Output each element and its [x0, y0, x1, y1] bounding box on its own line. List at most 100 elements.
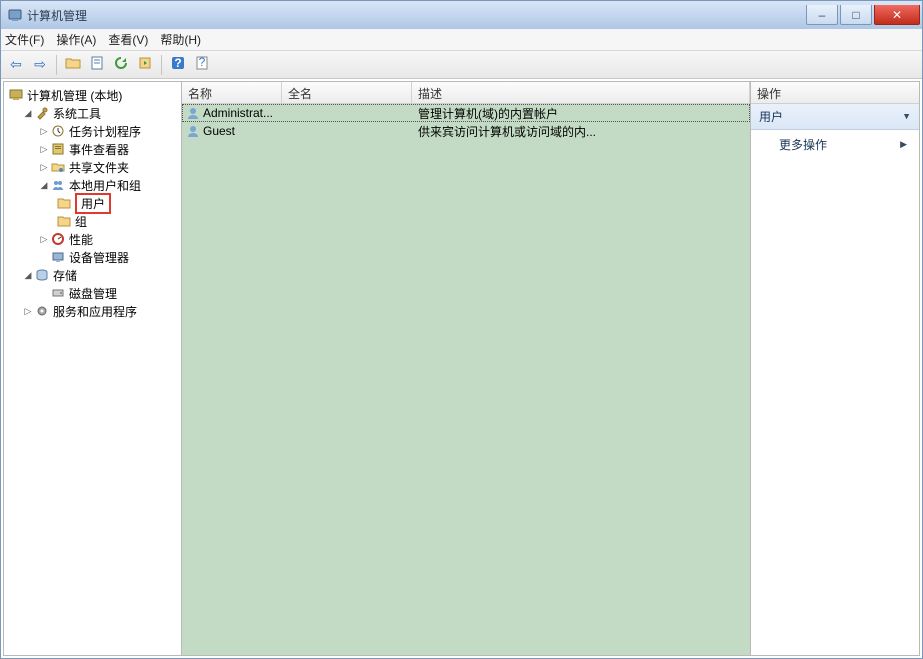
tree-system-tools[interactable]: ◢ 系统工具 — [4, 104, 181, 122]
services-icon — [34, 304, 50, 318]
performance-icon — [50, 232, 66, 246]
export-icon — [138, 56, 152, 73]
menu-file[interactable]: 文件(F) — [5, 31, 44, 48]
tree-label: 磁盘管理 — [69, 285, 117, 302]
tree-label: 共享文件夹 — [69, 159, 129, 176]
refresh-icon — [114, 56, 128, 73]
expand-icon[interactable]: ▷ — [38, 126, 50, 137]
cell-name: Guest — [203, 124, 235, 138]
chevron-right-icon: ▶ — [900, 139, 907, 150]
computer-mgmt-icon — [8, 88, 24, 102]
body-area: 计算机管理 (本地) ◢ 系统工具 ▷ 任务计划程序 ▷ 事件查看器 ▷ 共享文… — [3, 81, 920, 656]
column-header-description[interactable]: 描述 — [412, 82, 750, 103]
tree-label: 设备管理器 — [69, 249, 129, 266]
actions-group-label: 用户 — [759, 108, 783, 125]
cell-name: Administrat... — [203, 106, 273, 120]
tree-label: 事件查看器 — [69, 141, 129, 158]
svg-text:?: ? — [174, 56, 181, 70]
list-row[interactable]: Guest 供来宾访问计算机或访问域的内... — [182, 122, 750, 140]
tree-label: 服务和应用程序 — [53, 303, 137, 320]
tree-label: 系统工具 — [53, 105, 101, 122]
menu-help[interactable]: 帮助(H) — [160, 31, 201, 48]
users-groups-icon — [50, 178, 66, 192]
tree-users[interactable]: 用户 — [4, 194, 181, 212]
list-row[interactable]: Administrat... 管理计算机(域)的内置帐户 — [182, 104, 750, 122]
tree-performance[interactable]: ▷ 性能 — [4, 230, 181, 248]
tree-event-viewer[interactable]: ▷ 事件查看器 — [4, 140, 181, 158]
toolbar: ⇦ ⇨ ? ? — [1, 51, 922, 79]
actions-more[interactable]: 更多操作 ▶ — [751, 130, 919, 159]
forward-button[interactable]: ⇨ — [29, 54, 51, 76]
tree-groups[interactable]: 组 — [4, 212, 181, 230]
properties-button[interactable] — [86, 54, 108, 76]
folder-icon — [56, 196, 72, 210]
device-icon — [50, 250, 66, 264]
event-icon — [50, 142, 66, 156]
minimize-button[interactable]: – — [806, 5, 838, 25]
cell-description: 供来宾访问计算机或访问域的内... — [412, 123, 750, 140]
refresh-button[interactable] — [110, 54, 132, 76]
svg-text:?: ? — [199, 56, 206, 69]
tree-storage[interactable]: ◢ 存储 — [4, 266, 181, 284]
toolbar-separator — [56, 55, 57, 75]
collapse-icon[interactable]: ◢ — [22, 108, 34, 119]
list-panel: 名称 全名 描述 Administrat... 管理计算机(域)的内置帐户 G — [182, 82, 751, 655]
toolbar-separator — [161, 55, 162, 75]
back-button[interactable]: ⇦ — [5, 54, 27, 76]
tree-label: 计算机管理 (本地) — [27, 87, 122, 104]
tree-task-scheduler[interactable]: ▷ 任务计划程序 — [4, 122, 181, 140]
tree-disk-management[interactable]: 磁盘管理 — [4, 284, 181, 302]
actions-header: 操作 — [751, 82, 919, 104]
tree-device-manager[interactable]: 设备管理器 — [4, 248, 181, 266]
help-topics-button[interactable]: ? — [191, 54, 213, 76]
user-icon — [186, 106, 200, 120]
help-button[interactable]: ? — [167, 54, 189, 76]
app-icon — [7, 7, 23, 23]
tree-local-users-groups[interactable]: ◢ 本地用户和组 — [4, 176, 181, 194]
actions-panel: 操作 用户 ▲ 更多操作 ▶ — [751, 82, 919, 655]
help-topics-icon: ? — [195, 56, 209, 73]
expand-icon[interactable]: ▷ — [38, 144, 50, 155]
expand-icon[interactable]: ▷ — [38, 162, 50, 173]
help-icon: ? — [171, 56, 185, 73]
close-button[interactable]: ✕ — [874, 5, 920, 25]
mmc-window: 计算机管理 – □ ✕ 文件(F) 操作(A) 查看(V) 帮助(H) ⇦ ⇨ … — [0, 0, 923, 659]
menu-view[interactable]: 查看(V) — [108, 31, 148, 48]
cell-description: 管理计算机(域)的内置帐户 — [412, 105, 750, 122]
up-folder-button[interactable] — [62, 54, 84, 76]
list-rows[interactable]: Administrat... 管理计算机(域)的内置帐户 Guest 供来宾访问… — [182, 104, 750, 655]
collapse-up-icon: ▲ — [902, 112, 911, 122]
folder-icon — [56, 214, 72, 228]
forward-arrow-icon: ⇨ — [34, 56, 46, 73]
disk-icon — [50, 286, 66, 300]
actions-group-users[interactable]: 用户 ▲ — [751, 104, 919, 130]
tree-panel[interactable]: 计算机管理 (本地) ◢ 系统工具 ▷ 任务计划程序 ▷ 事件查看器 ▷ 共享文… — [4, 82, 182, 655]
tree-shared-folders[interactable]: ▷ 共享文件夹 — [4, 158, 181, 176]
menubar: 文件(F) 操作(A) 查看(V) 帮助(H) — [1, 29, 922, 51]
window-controls: – □ ✕ — [804, 5, 920, 25]
titlebar[interactable]: 计算机管理 – □ ✕ — [1, 1, 922, 29]
tree-label: 存储 — [53, 267, 77, 284]
clock-icon — [50, 124, 66, 138]
storage-icon — [34, 268, 50, 282]
export-button[interactable] — [134, 54, 156, 76]
shared-folder-icon — [50, 160, 66, 174]
tree-label: 用户 — [75, 193, 111, 214]
column-header-name[interactable]: 名称 — [182, 82, 282, 103]
expand-icon[interactable]: ▷ — [22, 306, 34, 317]
maximize-button[interactable]: □ — [840, 5, 872, 25]
collapse-icon[interactable]: ◢ — [38, 180, 50, 191]
user-icon — [186, 124, 200, 138]
folder-icon — [65, 56, 81, 73]
list-header: 名称 全名 描述 — [182, 82, 750, 104]
tree-services-apps[interactable]: ▷ 服务和应用程序 — [4, 302, 181, 320]
column-header-fullname[interactable]: 全名 — [282, 82, 412, 103]
tree-root[interactable]: 计算机管理 (本地) — [4, 86, 181, 104]
tree-label: 任务计划程序 — [69, 123, 141, 140]
window-title: 计算机管理 — [27, 7, 804, 24]
expand-icon[interactable]: ▷ — [38, 234, 50, 245]
tree-label: 本地用户和组 — [69, 177, 141, 194]
actions-more-label: 更多操作 — [779, 136, 827, 153]
collapse-icon[interactable]: ◢ — [22, 270, 34, 281]
menu-action[interactable]: 操作(A) — [56, 31, 96, 48]
